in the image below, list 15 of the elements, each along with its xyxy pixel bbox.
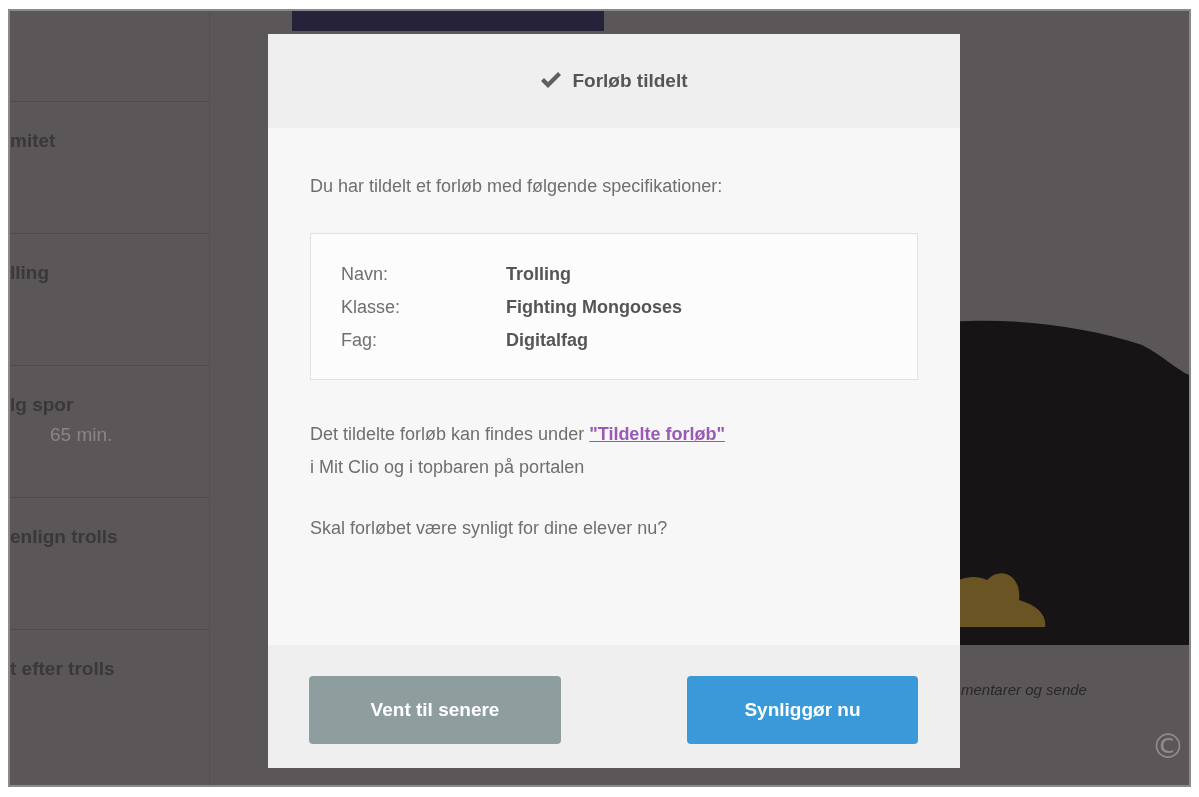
copyright-mark: © xyxy=(1151,726,1185,766)
spec-label: Navn: xyxy=(341,263,390,286)
confirm-button[interactable]: Synliggør nu xyxy=(687,675,918,744)
postpone-button[interactable]: Vent til senere xyxy=(309,675,561,744)
question-text: Skal forløbet være synligt for dine elever nu? xyxy=(310,517,669,540)
dialog-title: Forløb tildelt xyxy=(572,70,688,92)
intro-text: Du har tildelt et forløb med følgende specifikationer: xyxy=(310,175,724,198)
spec-value: Digitalfag xyxy=(506,329,589,352)
spec-value: Fighting Mongooses xyxy=(506,296,683,319)
spec-label: Klasse: xyxy=(341,296,402,319)
spec-label: Fag: xyxy=(341,329,379,352)
assigned-courses-link[interactable]: "Tildelte forløb" xyxy=(589,424,725,444)
info-text: Det tildelte forløb kan findes under "Tildelte forløb" i Mit Clio og i topbaren på portalen xyxy=(310,423,726,479)
checkmark-icon xyxy=(540,72,563,90)
spec-value: Trolling xyxy=(506,263,572,286)
